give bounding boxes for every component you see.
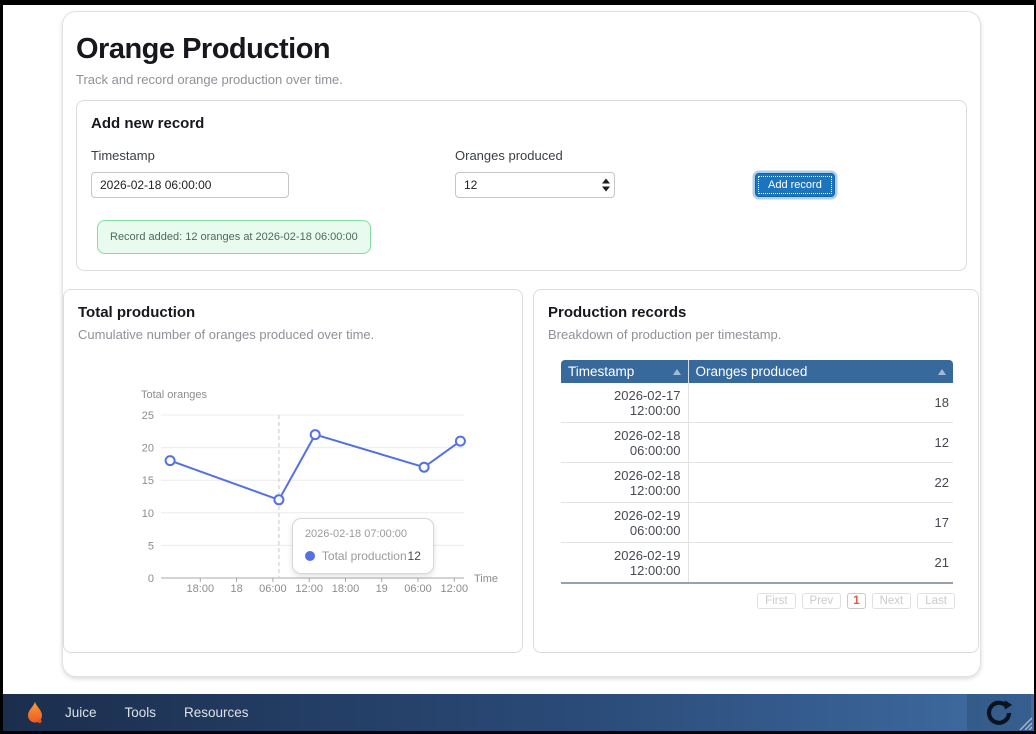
chart-point[interactable]	[456, 437, 465, 446]
column-header-label: Timestamp	[568, 364, 634, 379]
main-card: Orange Production Track and record orang…	[62, 11, 981, 677]
add-record-button[interactable]: Add record	[755, 173, 835, 197]
chart-card-heading: Total production	[78, 304, 508, 321]
x-axis-title: Time	[474, 573, 498, 585]
submit-field-group: Add record	[755, 173, 835, 198]
y-tick-label: 15	[142, 475, 154, 487]
spinner-down-icon[interactable]	[602, 187, 610, 192]
oranges-label: Oranges produced	[455, 148, 755, 163]
page-button-first[interactable]: First	[757, 593, 795, 609]
page-button-last[interactable]: Last	[917, 593, 955, 609]
y-axis-title: Total oranges	[141, 389, 208, 401]
x-tick-label: 19	[376, 583, 388, 595]
y-tick-label: 5	[148, 540, 154, 552]
add-record-heading: Add new record	[91, 115, 952, 132]
cell-oranges-produced: 12	[688, 423, 953, 463]
add-record-form: Timestamp Oranges produced Add record	[91, 148, 952, 198]
series-dot-icon	[305, 551, 315, 561]
y-tick-label: 0	[148, 573, 154, 585]
oranges-input[interactable]	[455, 172, 615, 198]
cell-timestamp: 2026-02-17 12:00:00	[561, 383, 688, 423]
chart-tooltip: 2026-02-18 07:00:00 Total production 12	[292, 518, 434, 574]
table-row: 2026-02-18 12:00:0022	[561, 463, 953, 503]
page-subtitle: Track and record orange production over …	[76, 72, 967, 87]
page-button-next[interactable]: Next	[872, 593, 912, 609]
x-tick-label: 06:00	[404, 583, 432, 595]
cell-oranges-produced: 17	[688, 503, 953, 543]
sort-asc-icon[interactable]	[938, 369, 946, 375]
table-row: 2026-02-18 06:00:0012	[561, 423, 953, 463]
cell-timestamp: 2026-02-19 06:00:00	[561, 503, 688, 543]
records-table: Timestamp Oranges produced	[561, 360, 953, 584]
column-header-label: Oranges produced	[696, 364, 808, 379]
pagination: First Prev 1 Next Last	[548, 593, 955, 609]
sort-asc-icon[interactable]	[673, 369, 681, 375]
tooltip-value: 12	[408, 549, 421, 563]
chart-point[interactable]	[274, 495, 283, 504]
chart-line	[170, 435, 460, 500]
page-title: Orange Production	[76, 33, 967, 66]
nav-link-tools[interactable]: Tools	[111, 705, 171, 720]
timestamp-field-group: Timestamp	[91, 148, 455, 198]
navbar-links: JuiceToolsResources	[51, 705, 263, 720]
column-header-oranges[interactable]: Oranges produced	[688, 360, 953, 383]
records-tbody: 2026-02-17 12:00:00182026-02-18 06:00:00…	[561, 383, 953, 583]
cell-oranges-produced: 21	[688, 543, 953, 584]
success-alert: Record added: 12 oranges at 2026-02-18 0…	[97, 220, 371, 254]
page-button-prev[interactable]: Prev	[802, 593, 842, 609]
cell-timestamp: 2026-02-18 06:00:00	[561, 423, 688, 463]
total-production-card: Total production Cumulative number of or…	[63, 289, 523, 653]
add-record-card: Add new record Timestamp Oranges produce…	[76, 100, 967, 271]
bottom-navbar: JuiceToolsResources	[3, 694, 1034, 731]
chart-card-subtitle: Cumulative number of oranges produced ov…	[78, 327, 508, 342]
x-tick-label: 18	[230, 583, 242, 595]
x-tick-label: 06:00	[259, 583, 287, 595]
chart-area: Total oranges 0 5 10 15 20 25 18:00 18 06:00 12:00…	[78, 358, 508, 598]
page-content: Orange Production Track and record orang…	[3, 5, 1034, 694]
flame-icon	[27, 701, 43, 724]
y-tick-label: 25	[142, 410, 154, 422]
number-spinner[interactable]	[602, 179, 610, 192]
cards-row: Total production Cumulative number of or…	[63, 289, 979, 653]
chart-point[interactable]	[166, 456, 175, 465]
table-header-row: Timestamp Oranges produced	[561, 360, 953, 383]
production-records-card: Production records Breakdown of producti…	[533, 289, 979, 653]
cell-timestamp: 2026-02-19 12:00:00	[561, 543, 688, 584]
table-row: 2026-02-19 06:00:0017	[561, 503, 953, 543]
cell-timestamp: 2026-02-18 12:00:00	[561, 463, 688, 503]
oranges-field-group: Oranges produced	[455, 148, 755, 198]
records-card-heading: Production records	[548, 304, 964, 321]
column-header-timestamp[interactable]: Timestamp	[561, 360, 688, 383]
page-button-1[interactable]: 1	[847, 593, 865, 609]
nav-link-juice[interactable]: Juice	[51, 705, 111, 720]
x-tick-label: 12:00	[295, 583, 323, 595]
x-tick-label: 18:00	[332, 583, 360, 595]
y-tick-label: 20	[142, 443, 154, 455]
x-tick-label: 12:00	[441, 583, 469, 595]
records-card-subtitle: Breakdown of production per timestamp.	[548, 327, 964, 342]
chart-point[interactable]	[420, 463, 429, 472]
resize-grip-icon	[1014, 712, 1032, 730]
spinner-up-icon[interactable]	[602, 179, 610, 184]
timestamp-input[interactable]	[91, 172, 289, 198]
timestamp-label: Timestamp	[91, 148, 455, 163]
table-row: 2026-02-19 12:00:0021	[561, 543, 953, 584]
cell-oranges-produced: 18	[688, 383, 953, 423]
y-tick-label: 10	[142, 508, 154, 520]
x-tick-label: 18:00	[187, 583, 215, 595]
tooltip-series-label: Total production	[322, 549, 407, 563]
tooltip-timestamp: 2026-02-18 07:00:00	[305, 528, 421, 540]
nav-link-resources[interactable]: Resources	[170, 705, 263, 720]
chart-point[interactable]	[311, 430, 320, 439]
reload-icon	[985, 699, 1013, 727]
table-row: 2026-02-17 12:00:0018	[561, 383, 953, 423]
cell-oranges-produced: 22	[688, 463, 953, 503]
page-header: Orange Production Track and record orang…	[63, 12, 980, 87]
